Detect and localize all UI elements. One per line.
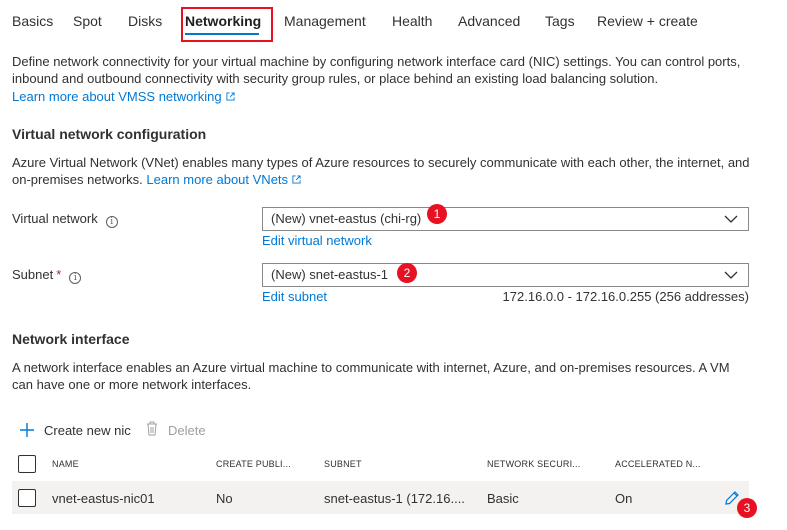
cell-subnet: snet-eastus-1 (172.16.... (324, 491, 465, 506)
learn-more-vmss-networking-link[interactable]: Learn more about VMSS networking (12, 89, 222, 104)
annotation-badge-1: 1 (427, 204, 447, 224)
info-icon[interactable]: i (105, 216, 118, 228)
column-header-nsg[interactable]: NETWORK SECURI... (487, 459, 580, 469)
column-header-subnet[interactable]: SUBNET (324, 459, 362, 469)
info-icon[interactable]: i (69, 272, 82, 284)
edit-virtual-network-link[interactable]: Edit virtual network (262, 233, 372, 248)
tab-tags[interactable]: Tags (545, 13, 575, 29)
vnet-desc-line2-wrap: on-premises networks. Learn more about V… (12, 171, 301, 188)
network-interface-heading: Network interface (12, 331, 130, 347)
subnet-address-range: 172.16.0.0 - 172.16.0.255 (256 addresses… (502, 289, 749, 304)
external-link-icon (292, 175, 301, 184)
row-checkbox[interactable] (18, 489, 36, 507)
tab-health[interactable]: Health (392, 13, 432, 29)
table-row[interactable]: vnet-eastus-nic01 No snet-eastus-1 (172.… (12, 481, 749, 514)
vnet-desc-line2: on-premises networks. (12, 172, 143, 187)
intro-learn-more: Learn more about VMSS networking (12, 88, 235, 105)
virtual-network-value: (New) vnet-eastus (chi-rg) (271, 211, 422, 226)
cell-accelerated: On (615, 491, 633, 506)
select-all-checkbox[interactable] (18, 455, 36, 473)
cell-name: vnet-eastus-nic01 (52, 491, 155, 506)
subnet-dropdown[interactable]: (New) snet-eastus-1 (262, 263, 749, 287)
tab-advanced[interactable]: Advanced (458, 13, 520, 29)
subnet-label: Subnet (12, 267, 54, 282)
learn-more-vnets-link[interactable]: Learn more about VNets (146, 172, 288, 187)
plus-icon (20, 423, 34, 437)
nic-desc-line2: can have one or more network interfaces. (12, 377, 252, 392)
cell-nsg: Basic (487, 491, 519, 506)
subnet-value: (New) snet-eastus-1 (271, 267, 389, 282)
column-header-accelerated[interactable]: ACCELERATED N... (615, 459, 701, 469)
virtual-network-label: Virtual network (12, 211, 98, 226)
intro-text-line2: inbound and outbound connectivity with s… (12, 71, 659, 86)
tab-disks[interactable]: Disks (128, 13, 162, 29)
annotation-badge-2: 2 (397, 263, 417, 283)
subnet-label-wrap: Subnet * i (12, 267, 82, 284)
nic-desc-line1: A network interface enables an Azure vir… (12, 360, 730, 375)
required-marker: * (56, 267, 62, 282)
tab-management[interactable]: Management (284, 13, 366, 29)
annotation-badge-3: 3 (737, 498, 757, 518)
tab-bar: Basics Spot Disks Networking Management … (0, 0, 787, 44)
create-new-nic-button[interactable]: Create new nic (44, 423, 131, 438)
cell-public-ip: No (216, 491, 233, 506)
external-link-icon (226, 92, 235, 101)
delete-button[interactable]: Delete (168, 423, 206, 438)
trash-icon (147, 421, 157, 436)
tab-spot[interactable]: Spot (73, 13, 102, 29)
virtual-network-label-wrap: Virtual network i (12, 211, 118, 228)
chevron-down-icon (724, 271, 738, 279)
vnet-desc-line1: Azure Virtual Network (VNet) enables man… (12, 155, 750, 170)
column-header-public-ip[interactable]: CREATE PUBLI... (216, 459, 291, 469)
tab-review-create[interactable]: Review + create (597, 13, 698, 29)
tab-basics[interactable]: Basics (12, 13, 53, 29)
vnet-config-heading: Virtual network configuration (12, 126, 207, 142)
edit-subnet-link[interactable]: Edit subnet (262, 289, 327, 304)
column-header-name[interactable]: NAME (52, 459, 79, 469)
tab-highlight-box (181, 7, 273, 42)
table-header: NAME CREATE PUBLI... SUBNET NETWORK SECU… (0, 454, 787, 476)
intro-text-line1: Define network connectivity for your vir… (12, 54, 741, 69)
virtual-network-dropdown[interactable]: (New) vnet-eastus (chi-rg) (262, 207, 749, 231)
chevron-down-icon (724, 215, 738, 223)
